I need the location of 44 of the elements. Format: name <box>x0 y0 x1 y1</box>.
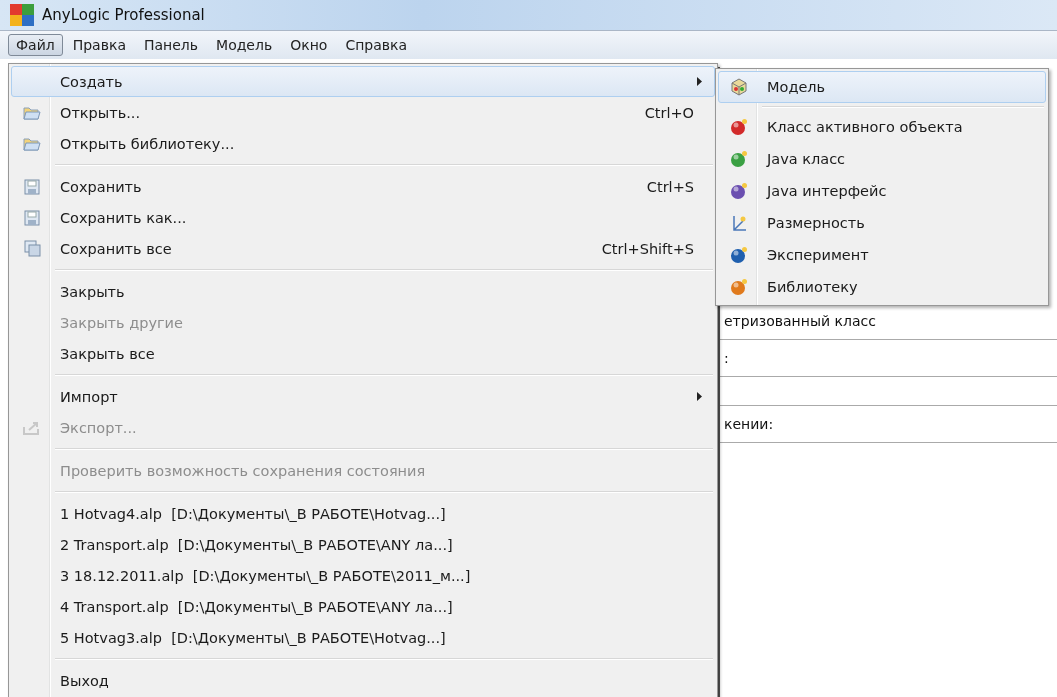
menu-item[interactable]: Модель <box>718 71 1046 103</box>
menu-bar-item[interactable]: Правка <box>64 34 134 56</box>
menu-item[interactable]: 5 Hotvag3.alp [D:\Документы\_В РАБОТЕ\Hotvag...] <box>11 622 715 653</box>
property-label: кении: <box>724 416 774 432</box>
property-label: : <box>724 350 729 366</box>
menu-item[interactable]: Закрыть все <box>11 338 715 369</box>
menu-item[interactable]: Сохранить как... <box>11 202 715 233</box>
export-icon <box>23 420 41 435</box>
floppy-disks-icon <box>23 240 41 257</box>
menu-bar-item[interactable]: Файл <box>8 34 63 56</box>
menu-item[interactable]: Эксперимент <box>718 239 1046 271</box>
menu-item[interactable]: 3 18.12.2011.alp [D:\Документы\_В РАБОТЕ\2011_м...] <box>11 560 715 591</box>
property-label: етризованный класс <box>724 313 876 329</box>
class-icon <box>730 182 748 200</box>
dimension-icon <box>730 214 748 232</box>
menu-item[interactable]: 1 Hotvag4.alp [D:\Документы\_В РАБОТЕ\Hotvag...] <box>11 498 715 529</box>
window-title: AnyLogic Professional <box>42 6 205 24</box>
app-logo-icon <box>10 4 34 26</box>
menu-item[interactable]: Размерность <box>718 207 1046 239</box>
menu-item[interactable]: Закрыть <box>11 276 715 307</box>
folder-icon <box>23 105 41 120</box>
menu-item[interactable]: Импорт <box>11 381 715 412</box>
menu-item[interactable]: Java класс <box>718 143 1046 175</box>
menu-bar-item[interactable]: Справка <box>337 34 416 56</box>
cube-icon <box>730 78 748 96</box>
menu-item[interactable]: Java интерфейс <box>718 175 1046 207</box>
menu-item[interactable]: Библиотеку <box>718 271 1046 303</box>
menu-item[interactable]: Выход <box>11 665 715 696</box>
menu-bar-item[interactable]: Модель <box>208 34 281 56</box>
menu-bar-item[interactable]: Окно <box>282 34 336 56</box>
folder-icon <box>23 136 41 151</box>
menu-bar-item[interactable]: Панель <box>135 34 207 56</box>
menu-item[interactable]: Сохранить все Ctrl+Shift+S <box>11 233 715 264</box>
menu-item[interactable]: 2 Transport.alp [D:\Документы\_В РАБОТЕ\ANY ла...] <box>11 529 715 560</box>
class-icon <box>730 278 748 296</box>
menu-item[interactable]: 4 Transport.alp [D:\Документы\_В РАБОТЕ\ANY ла...] <box>11 591 715 622</box>
menu-item[interactable]: Открыть библиотеку... <box>11 128 715 159</box>
menu-item[interactable]: Класс активного объекта <box>718 111 1046 143</box>
menu-item[interactable]: Создать <box>11 66 715 97</box>
class-icon <box>730 150 748 168</box>
class-icon <box>730 246 748 264</box>
menu-item[interactable]: Открыть... Ctrl+O <box>11 97 715 128</box>
class-icon <box>730 118 748 136</box>
menu-item[interactable]: Сохранить Ctrl+S <box>11 171 715 202</box>
